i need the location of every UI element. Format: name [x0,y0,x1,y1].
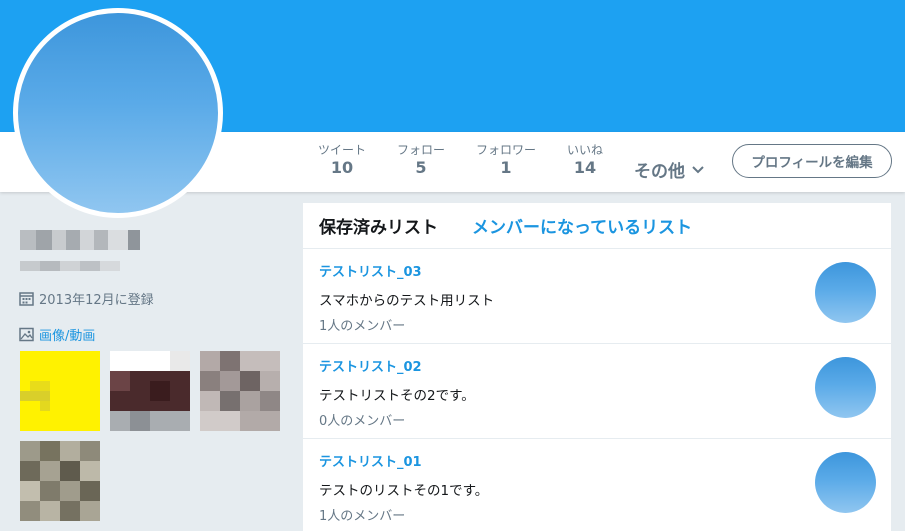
profile-name-pixelated [20,230,140,250]
chevron-down-icon [692,165,704,173]
media-thumbnail-2[interactable] [110,351,190,431]
stat-followers[interactable]: フォロワー 1 [473,143,539,179]
stat-value: 1 [500,158,512,177]
stat-following[interactable]: フォロー 5 [394,143,448,179]
stat-value: 14 [573,158,597,177]
profile-handle-pixelated [20,261,120,271]
stat-value: 10 [330,158,354,177]
stat-label: フォロワー [475,143,536,157]
list-name[interactable]: テストリスト_03 [319,261,875,280]
list-description: テストリストその2です。 [319,388,475,404]
list-item[interactable]: テストリスト_03 スマホからのテスト用リスト 1人のメンバー [303,249,891,344]
media-label: 画像/動画 [39,329,96,344]
stat-tweets[interactable]: ツイート 10 [316,143,368,179]
profile-avatar[interactable] [13,8,223,218]
stat-value: 5 [415,158,427,177]
edit-profile-button[interactable]: プロフィールを編集 [732,144,892,178]
stat-label: ツイート [317,143,366,157]
list-member-count: 0人のメンバー [319,414,406,429]
media-link[interactable]: 画像/動画 [19,325,95,344]
tab-saved-lists[interactable]: 保存済みリスト [319,213,438,238]
lists-panel: 保存済みリスト メンバーになっているリスト テストリスト_03 スマホからのテス… [303,203,891,531]
media-thumbnail-4[interactable] [20,441,100,521]
stat-likes[interactable]: いいね 14 [563,143,607,179]
list-name[interactable]: テストリスト_01 [319,451,875,470]
lists-tabs: 保存済みリスト メンバーになっているリスト [303,203,891,249]
stat-label: いいね [566,143,603,157]
list-avatar[interactable] [815,357,876,418]
list-item[interactable]: テストリスト_02 テストリストその2です。 0人のメンバー [303,344,891,439]
list-member-count: 1人のメンバー [319,319,406,334]
list-description: テストのリストその1です。 [319,483,489,499]
tab-member-of-lists[interactable]: メンバーになっているリスト [472,213,692,238]
list-name[interactable]: テストリスト_02 [319,356,875,375]
more-label: その他 [634,162,685,182]
media-thumbnail-3[interactable] [200,351,280,431]
list-avatar[interactable] [815,262,876,323]
joined-text: 2013年12月に登録 [39,293,154,308]
image-icon [19,327,34,342]
media-thumbnail-1[interactable] [20,351,100,431]
list-avatar[interactable] [815,452,876,513]
more-menu-button[interactable]: その他 [634,157,705,182]
calendar-icon [19,292,34,306]
list-member-count: 1人のメンバー [319,509,406,524]
joined-date: 2013年12月に登録 [19,289,154,308]
list-item[interactable]: テストリスト_01 テストのリストその1です。 1人のメンバー [303,439,891,531]
list-description: スマホからのテスト用リスト [319,293,495,309]
stat-label: フォロー [396,143,445,157]
